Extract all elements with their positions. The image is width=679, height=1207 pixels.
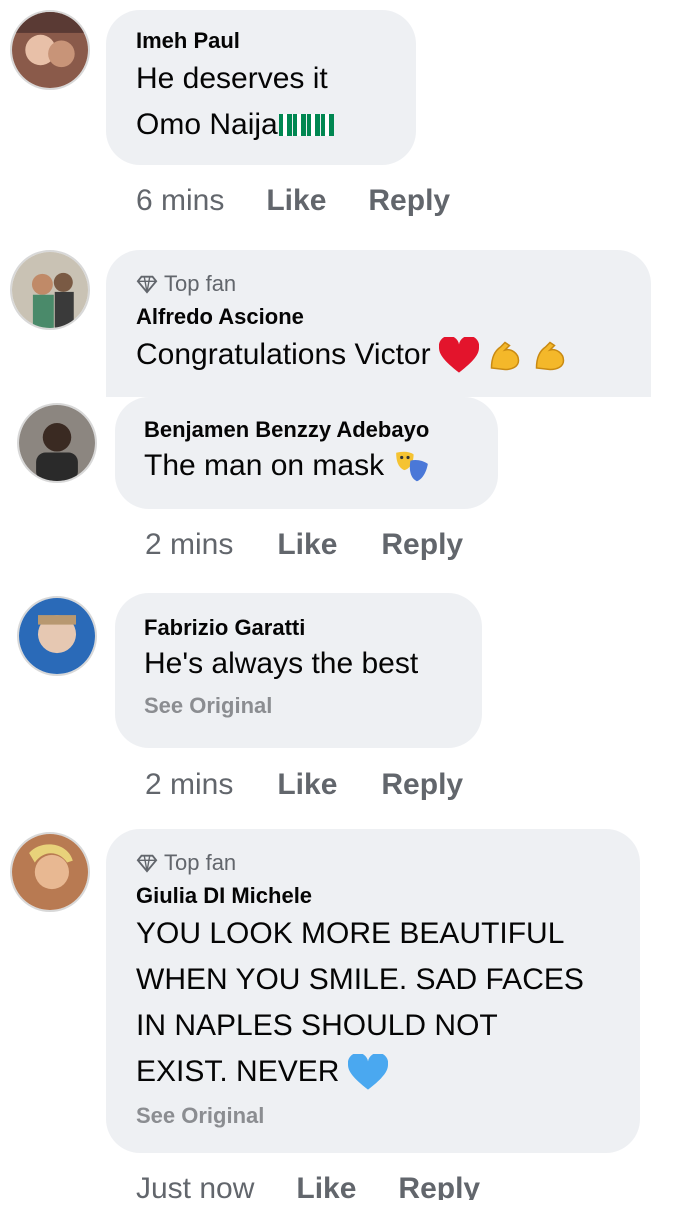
diamond-icon xyxy=(136,275,158,294)
comment-text: The man on mask xyxy=(144,443,498,489)
comment-bubble[interactable]: Fabrizio Garatti He's always the best Se… xyxy=(115,593,482,748)
comment-actions: Just now Like Reply xyxy=(136,1172,480,1200)
top-fan-badge: Top fan xyxy=(136,270,651,298)
avatar[interactable] xyxy=(17,596,97,676)
comment-bubble[interactable]: Imeh Paul He deserves it Omo Naija xyxy=(106,10,416,165)
diamond-icon xyxy=(136,854,158,873)
timestamp[interactable]: Just now xyxy=(136,1172,254,1200)
comment-line: IN NAPLES SHOULD NOT xyxy=(136,1009,498,1042)
comment-line: Omo Naija xyxy=(136,102,416,148)
blue-heart-icon xyxy=(347,1054,388,1090)
avatar[interactable] xyxy=(10,832,90,912)
comment-text: He's always the best xyxy=(144,647,419,680)
timestamp[interactable]: 2 mins xyxy=(145,528,233,562)
flexed-biceps-icon xyxy=(491,341,520,371)
timestamp[interactable]: 6 mins xyxy=(136,184,224,218)
top-fan-label: Top fan xyxy=(164,271,237,296)
like-button[interactable]: Like xyxy=(266,184,326,218)
reply-button[interactable]: Reply xyxy=(381,528,463,562)
commenter-name[interactable]: Imeh Paul xyxy=(136,28,416,54)
comment-actions: 6 mins Like Reply xyxy=(136,184,450,218)
comment-bubble[interactable]: Benjamen Benzzy Adebayo The man on mask xyxy=(115,397,498,509)
top-fan-badge: Top fan xyxy=(136,849,640,877)
comment-line: EXIST. NEVER xyxy=(136,1049,640,1095)
commenter-name[interactable]: Fabrizio Garatti xyxy=(144,615,482,641)
commenter-name[interactable]: Benjamen Benzzy Adebayo xyxy=(144,417,498,443)
comment-text: YOU LOOK MORE BEAUTIFUL WHEN YOU SMILE. … xyxy=(136,911,640,1095)
reply-button[interactable]: Reply xyxy=(381,768,463,802)
like-button[interactable]: Like xyxy=(277,768,337,802)
comment-actions: 2 mins Like Reply xyxy=(145,528,463,562)
performing-arts-icon xyxy=(396,451,429,482)
comment-line: He deserves it xyxy=(136,62,328,95)
see-original-link[interactable]: See Original xyxy=(136,1103,640,1129)
comment-bubble[interactable]: Top fan Alfredo Ascione Congratulations … xyxy=(106,250,651,397)
nigeria-flag-icon xyxy=(278,108,334,141)
reply-button[interactable]: Reply xyxy=(398,1172,480,1200)
comment-text: He deserves it Omo Naija xyxy=(136,56,416,148)
red-heart-icon xyxy=(438,337,479,373)
comment-actions: 2 mins Like Reply xyxy=(145,768,463,802)
flexed-biceps-icon xyxy=(535,341,564,371)
avatar[interactable] xyxy=(17,403,97,483)
clipped-actions-region: Just now Like Reply xyxy=(0,1170,679,1200)
like-button[interactable]: Like xyxy=(296,1172,356,1200)
commenter-name[interactable]: Alfredo Ascione xyxy=(136,304,651,330)
avatar[interactable] xyxy=(10,250,90,330)
see-original-link[interactable]: See Original xyxy=(144,693,482,719)
reply-button[interactable]: Reply xyxy=(368,184,450,218)
top-fan-label: Top fan xyxy=(164,850,237,875)
like-button[interactable]: Like xyxy=(277,528,337,562)
comment-bubble[interactable]: Top fan Giulia DI Michele YOU LOOK MORE … xyxy=(106,829,640,1153)
clipped-comment-region: Top fan Alfredo Ascione Congratulations … xyxy=(0,240,679,397)
comment-line: WHEN YOU SMILE. SAD FACES xyxy=(136,963,584,996)
commenter-name[interactable]: Giulia DI Michele xyxy=(136,883,640,909)
avatar[interactable] xyxy=(10,10,90,90)
comment-text: Congratulations Victor xyxy=(136,332,651,378)
timestamp[interactable]: 2 mins xyxy=(145,768,233,802)
comment-line: YOU LOOK MORE BEAUTIFUL xyxy=(136,917,565,950)
